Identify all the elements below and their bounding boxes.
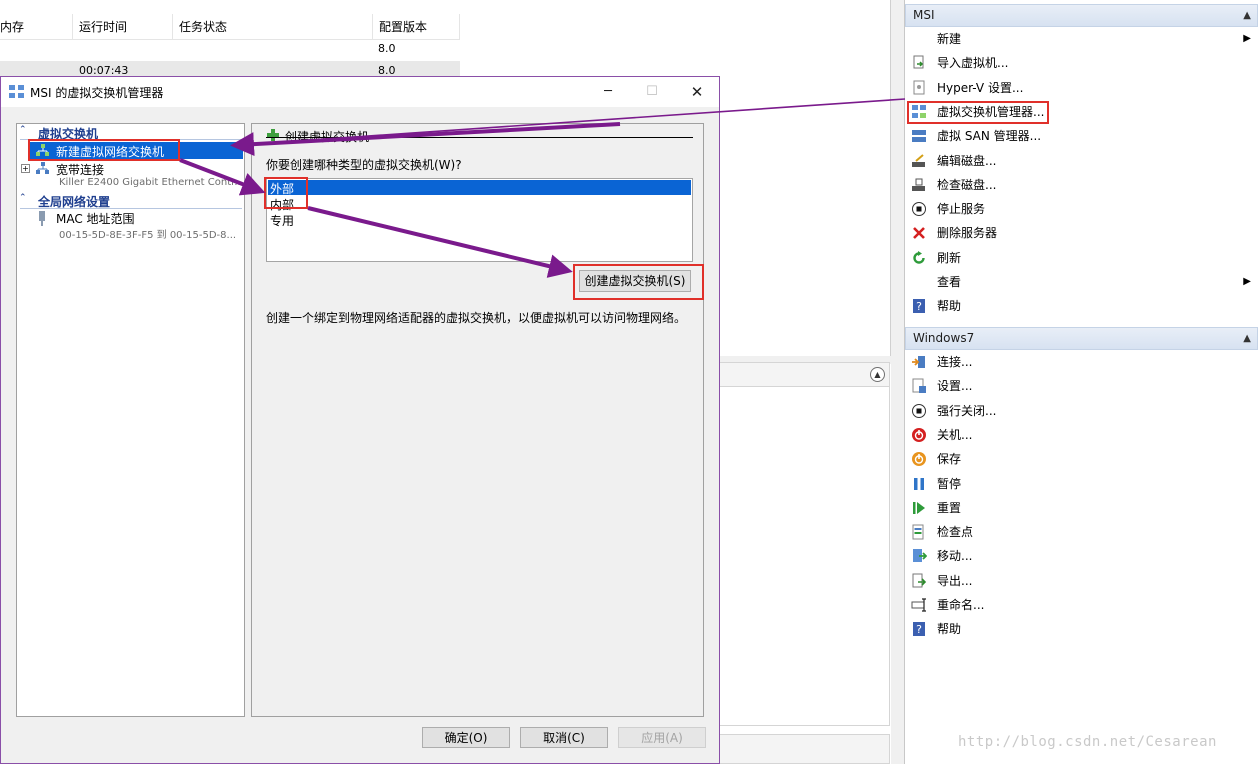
annotation-arrow <box>230 122 621 157</box>
annotation-arrow <box>307 206 573 278</box>
annotation-arrow <box>179 158 266 196</box>
annotation-arrows <box>179 98 906 278</box>
watermark: http://blog.csdn.net/Cesarean <box>958 734 1217 750</box>
